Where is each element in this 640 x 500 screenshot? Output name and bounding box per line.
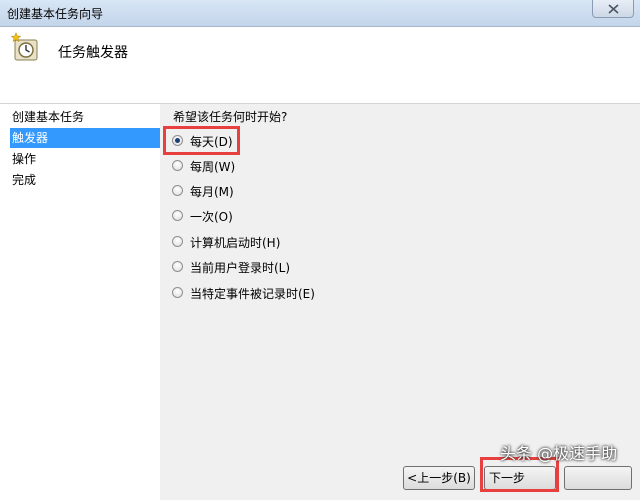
radio-label: 当特定事件被记录时(E) [190,287,315,301]
radio-computer-startup[interactable]: 计算机启动时(H) [172,232,352,252]
sidebar-item-label: 操作 [12,152,37,166]
back-button-label: <上一步(B) [407,471,471,485]
highlight-daily-option [163,126,240,155]
close-icon [608,4,619,14]
trigger-question: 希望该任务何时开始? [173,110,288,124]
radio-monthly[interactable]: 每月(M) [172,181,352,201]
dialog-client-area: 任务触发器 创建基本任务 触发器 操作 完成 希望该任务何时开始? 每天(D) … [0,26,640,500]
radio-button[interactable] [172,185,183,196]
task-clock-icon [10,32,38,61]
wizard-header: 任务触发器 [0,27,640,104]
radio-label: 计算机启动时(H) [190,236,281,250]
radio-once[interactable]: 一次(O) [172,206,352,226]
radio-label: 当前用户登录时(L) [190,261,291,275]
sidebar-item-action[interactable]: 操作 [10,149,160,169]
sidebar-item-trigger[interactable]: 触发器 [10,128,160,148]
sidebar-item-finish[interactable]: 完成 [10,170,160,190]
radio-button[interactable] [172,160,183,171]
radio-label: 每周(W) [190,160,236,174]
radio-user-logon[interactable]: 当前用户登录时(L) [172,257,352,277]
page-title: 任务触发器 [58,45,128,61]
radio-label: 一次(O) [190,210,233,224]
radio-weekly[interactable]: 每周(W) [172,156,352,176]
back-button[interactable]: <上一步(B) [403,466,475,490]
watermark-text: 头条 @极速手助 [500,444,618,463]
sidebar-item-label: 完成 [12,173,37,187]
radio-event-logged[interactable]: 当特定事件被记录时(E) [172,283,352,303]
radio-button[interactable] [172,236,183,247]
radio-button[interactable] [172,287,183,298]
wizard-steps-sidebar: 创建基本任务 触发器 操作 完成 [0,104,160,500]
radio-button[interactable] [172,210,183,221]
cancel-button[interactable] [564,466,632,490]
window-title: 创建基本任务向导 [7,7,104,21]
sidebar-item-label: 创建基本任务 [12,110,85,124]
sidebar-item-label: 触发器 [12,131,49,145]
radio-button[interactable] [172,261,183,272]
wizard-window: 创建基本任务向导 任务触发器 创建基本任务 触发器 操作 完成 希望该任务何时开… [0,0,640,500]
title-bar[interactable]: 创建基本任务向导 [0,0,640,26]
radio-label: 每月(M) [190,185,234,199]
close-button[interactable] [592,0,634,18]
sidebar-item-create-basic-task[interactable]: 创建基本任务 [10,107,160,127]
